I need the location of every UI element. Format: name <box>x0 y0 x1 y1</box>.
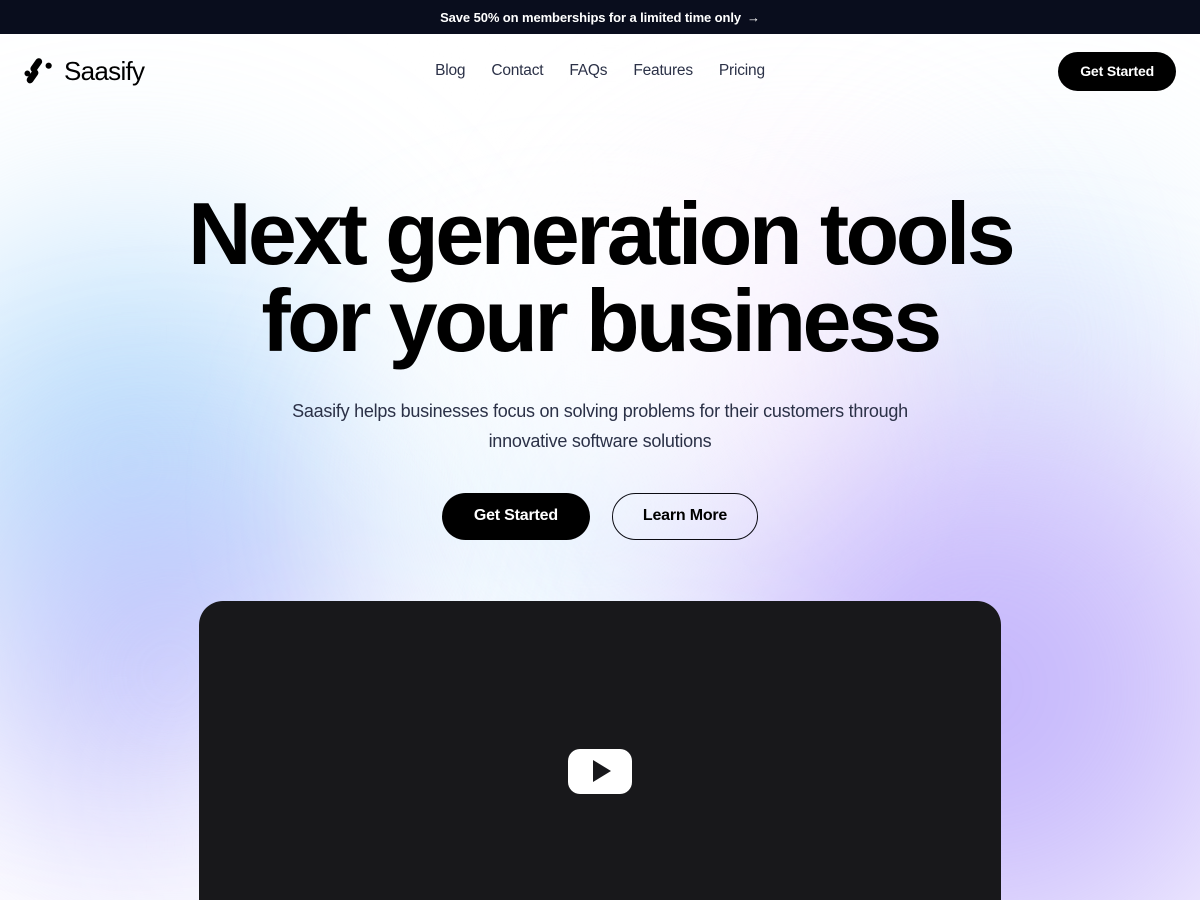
main-navigation: Blog Contact FAQs Features Pricing <box>435 62 765 80</box>
nav-item-blog[interactable]: Blog <box>435 62 465 80</box>
arrow-right-icon: → <box>747 9 760 25</box>
site-header: Saasify Blog Contact FAQs Features Prici… <box>0 34 1200 108</box>
play-triangle-icon <box>593 760 611 783</box>
hero-get-started-button[interactable]: Get Started <box>441 492 590 540</box>
hero-heading: Next generation tools for your business <box>150 184 1050 371</box>
announcement-link[interactable]: Save 50% on memberships for a limited ti… <box>440 10 760 25</box>
header-get-started-button[interactable]: Get Started <box>1058 51 1176 91</box>
landing-page: Save 50% on memberships for a limited ti… <box>0 0 1200 900</box>
hero-heading-line-2: for your business <box>261 271 942 371</box>
header-cta-wrapper: Get Started <box>1058 51 1176 91</box>
nav-item-faqs[interactable]: FAQs <box>569 62 607 80</box>
hero-learn-more-button[interactable]: Learn More <box>611 492 759 540</box>
hero-subtitle: Saasify helps businesses focus on solvin… <box>292 401 908 451</box>
announcement-bar[interactable]: Save 50% on memberships for a limited ti… <box>0 0 1200 34</box>
nav-item-contact[interactable]: Contact <box>491 62 543 80</box>
hero-cta-group: Get Started Learn More <box>0 492 1200 540</box>
brand-logo-link[interactable]: Saasify <box>24 55 145 87</box>
video-play-button[interactable] <box>568 748 632 794</box>
hero-video-player[interactable] <box>199 600 1001 900</box>
hero-section: Next generation tools for your business … <box>0 108 1200 900</box>
brand-name: Saasify <box>64 55 145 86</box>
announcement-text: Save 50% on memberships for a limited ti… <box>440 9 741 25</box>
nav-item-pricing[interactable]: Pricing <box>719 62 765 80</box>
hero-heading-line-1: Next generation tools <box>187 184 1016 283</box>
nav-item-features[interactable]: Features <box>633 62 693 80</box>
saasify-logo-icon <box>24 58 52 84</box>
